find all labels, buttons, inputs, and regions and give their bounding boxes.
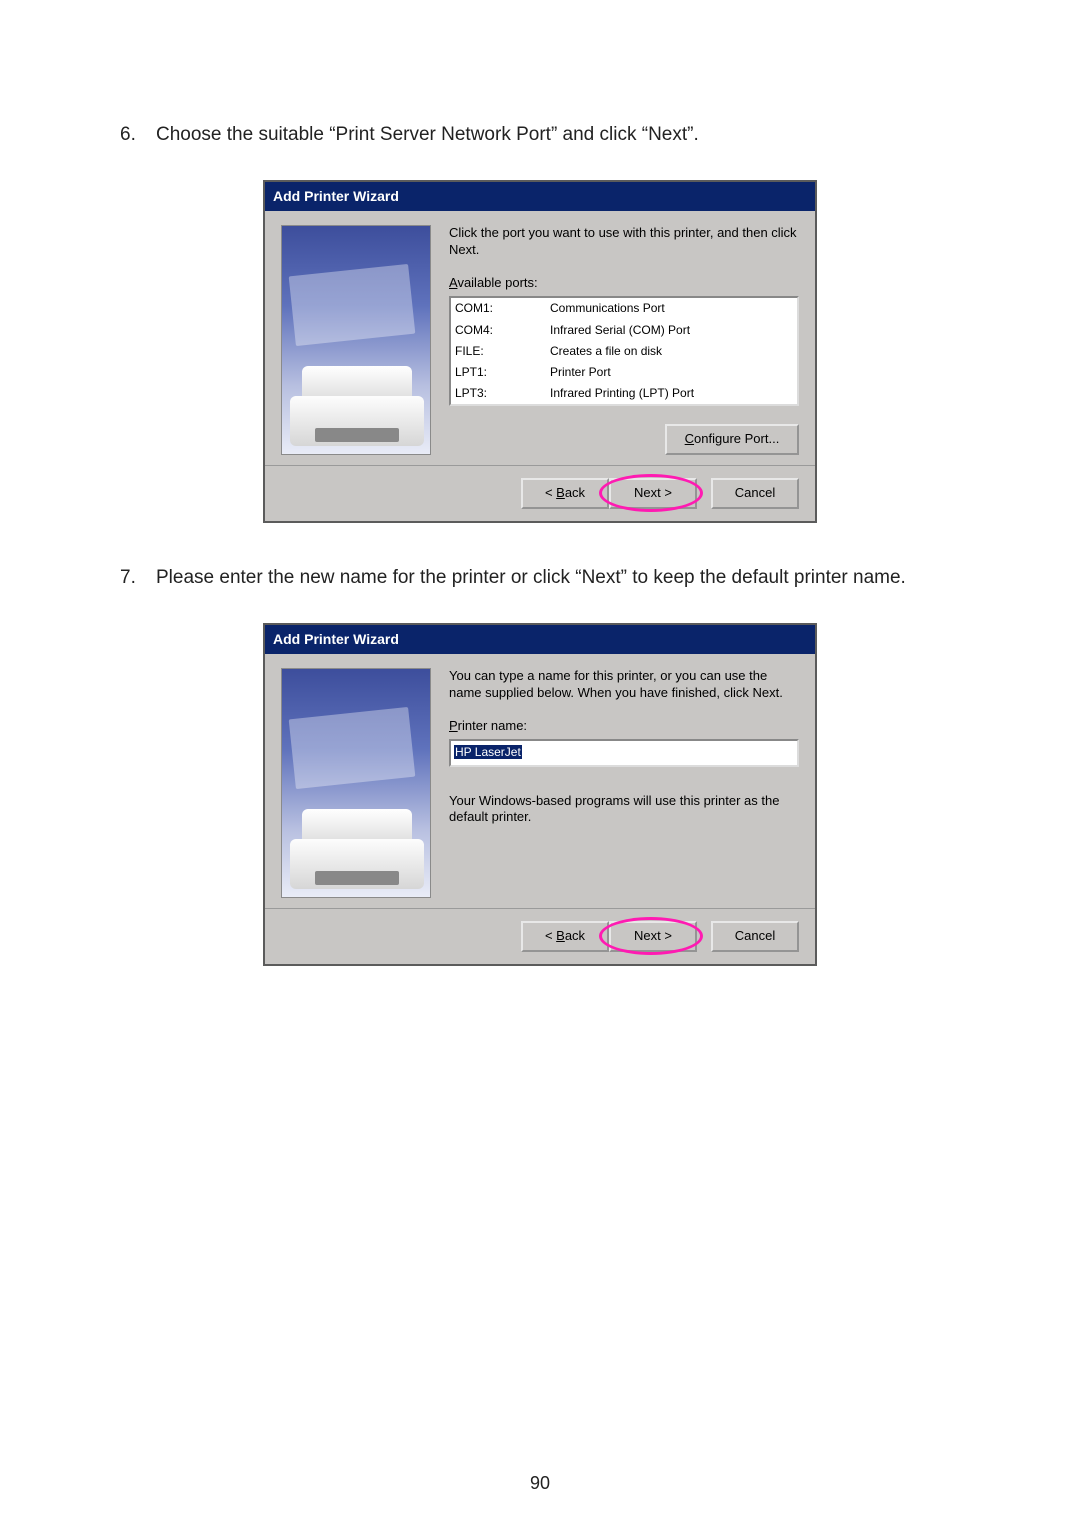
wizard1-body: Click the port you want to use with this… xyxy=(265,211,815,465)
wizard2-instruction: You can type a name for this printer, or… xyxy=(449,668,799,702)
wizard1-button-group: < Back Next > Cancel xyxy=(521,478,799,509)
wizard1-footer: < Back Next > Cancel xyxy=(265,465,815,521)
add-printer-wizard-ports: Add Printer Wizard Click the port you wa… xyxy=(263,180,817,523)
printer-icon xyxy=(290,366,424,446)
wizard2-wrap: Add Printer Wizard You can type a name f… xyxy=(120,623,960,965)
document-page: 6. Choose the suitable “Print Server Net… xyxy=(0,0,1080,1528)
side-graphic-paper xyxy=(289,707,416,789)
list-item[interactable]: LPT3:Infrared Printing (LPT) Port xyxy=(451,383,797,404)
step-7-body: Please enter the new name for the printe… xyxy=(156,563,960,593)
wizard1-content: Click the port you want to use with this… xyxy=(449,225,799,455)
step-6-number: 6. xyxy=(120,120,156,150)
printer-name-value: HP LaserJet xyxy=(454,745,522,759)
configure-port-row: Configure Port... xyxy=(449,424,799,455)
list-item[interactable]: COM4:Infrared Serial (COM) Port xyxy=(451,320,797,341)
step-7-number: 7. xyxy=(120,563,156,593)
printer-name-label: Printer name: xyxy=(449,716,799,737)
step-6-text-row: 6. Choose the suitable “Print Server Net… xyxy=(120,120,960,150)
list-item[interactable]: LPT1:Printer Port xyxy=(451,362,797,383)
wizard1-instruction: Click the port you want to use with this… xyxy=(449,225,799,259)
next-button[interactable]: Next > xyxy=(609,921,697,952)
wizard2-footer: < Back Next > Cancel xyxy=(265,908,815,964)
next-button[interactable]: Next > xyxy=(609,478,697,509)
cancel-button[interactable]: Cancel xyxy=(711,921,799,952)
list-item[interactable]: COM1:Communications Port xyxy=(451,298,797,319)
step-6: 6. Choose the suitable “Print Server Net… xyxy=(120,120,960,150)
step-7-text-row: 7. Please enter the new name for the pri… xyxy=(120,563,960,593)
back-button[interactable]: < Back xyxy=(521,921,609,952)
side-graphic-paper xyxy=(289,264,416,346)
wizard2-content: You can type a name for this printer, or… xyxy=(449,668,799,898)
printer-icon xyxy=(290,809,424,889)
add-printer-wizard-name: Add Printer Wizard You can type a name f… xyxy=(263,623,817,965)
wizard2-button-group: < Back Next > Cancel xyxy=(521,921,799,952)
wizard2-side-graphic xyxy=(281,668,431,898)
default-printer-note: Your Windows-based programs will use thi… xyxy=(449,793,799,827)
cancel-button[interactable]: Cancel xyxy=(711,478,799,509)
wizard2-titlebar: Add Printer Wizard xyxy=(265,625,815,653)
page-number: 90 xyxy=(0,1469,1080,1498)
printer-name-input[interactable]: HP LaserJet xyxy=(449,739,799,766)
wizard1-side-graphic xyxy=(281,225,431,455)
available-ports-listbox[interactable]: COM1:Communications Port COM4:Infrared S… xyxy=(449,296,799,406)
available-ports-label: Available ports: xyxy=(449,273,799,294)
step-6-body: Choose the suitable “Print Server Networ… xyxy=(156,120,960,150)
list-item-selected[interactable]: MFCA1719-P1PrintServer Network Port xyxy=(451,404,797,406)
wizard1-titlebar: Add Printer Wizard xyxy=(265,182,815,210)
wizard2-body: You can type a name for this printer, or… xyxy=(265,654,815,908)
back-button[interactable]: < Back xyxy=(521,478,609,509)
wizard1-wrap: Add Printer Wizard Click the port you wa… xyxy=(120,180,960,523)
step-7: 7. Please enter the new name for the pri… xyxy=(120,563,960,593)
configure-port-button[interactable]: Configure Port... xyxy=(665,424,799,455)
list-item[interactable]: FILE:Creates a file on disk xyxy=(451,341,797,362)
